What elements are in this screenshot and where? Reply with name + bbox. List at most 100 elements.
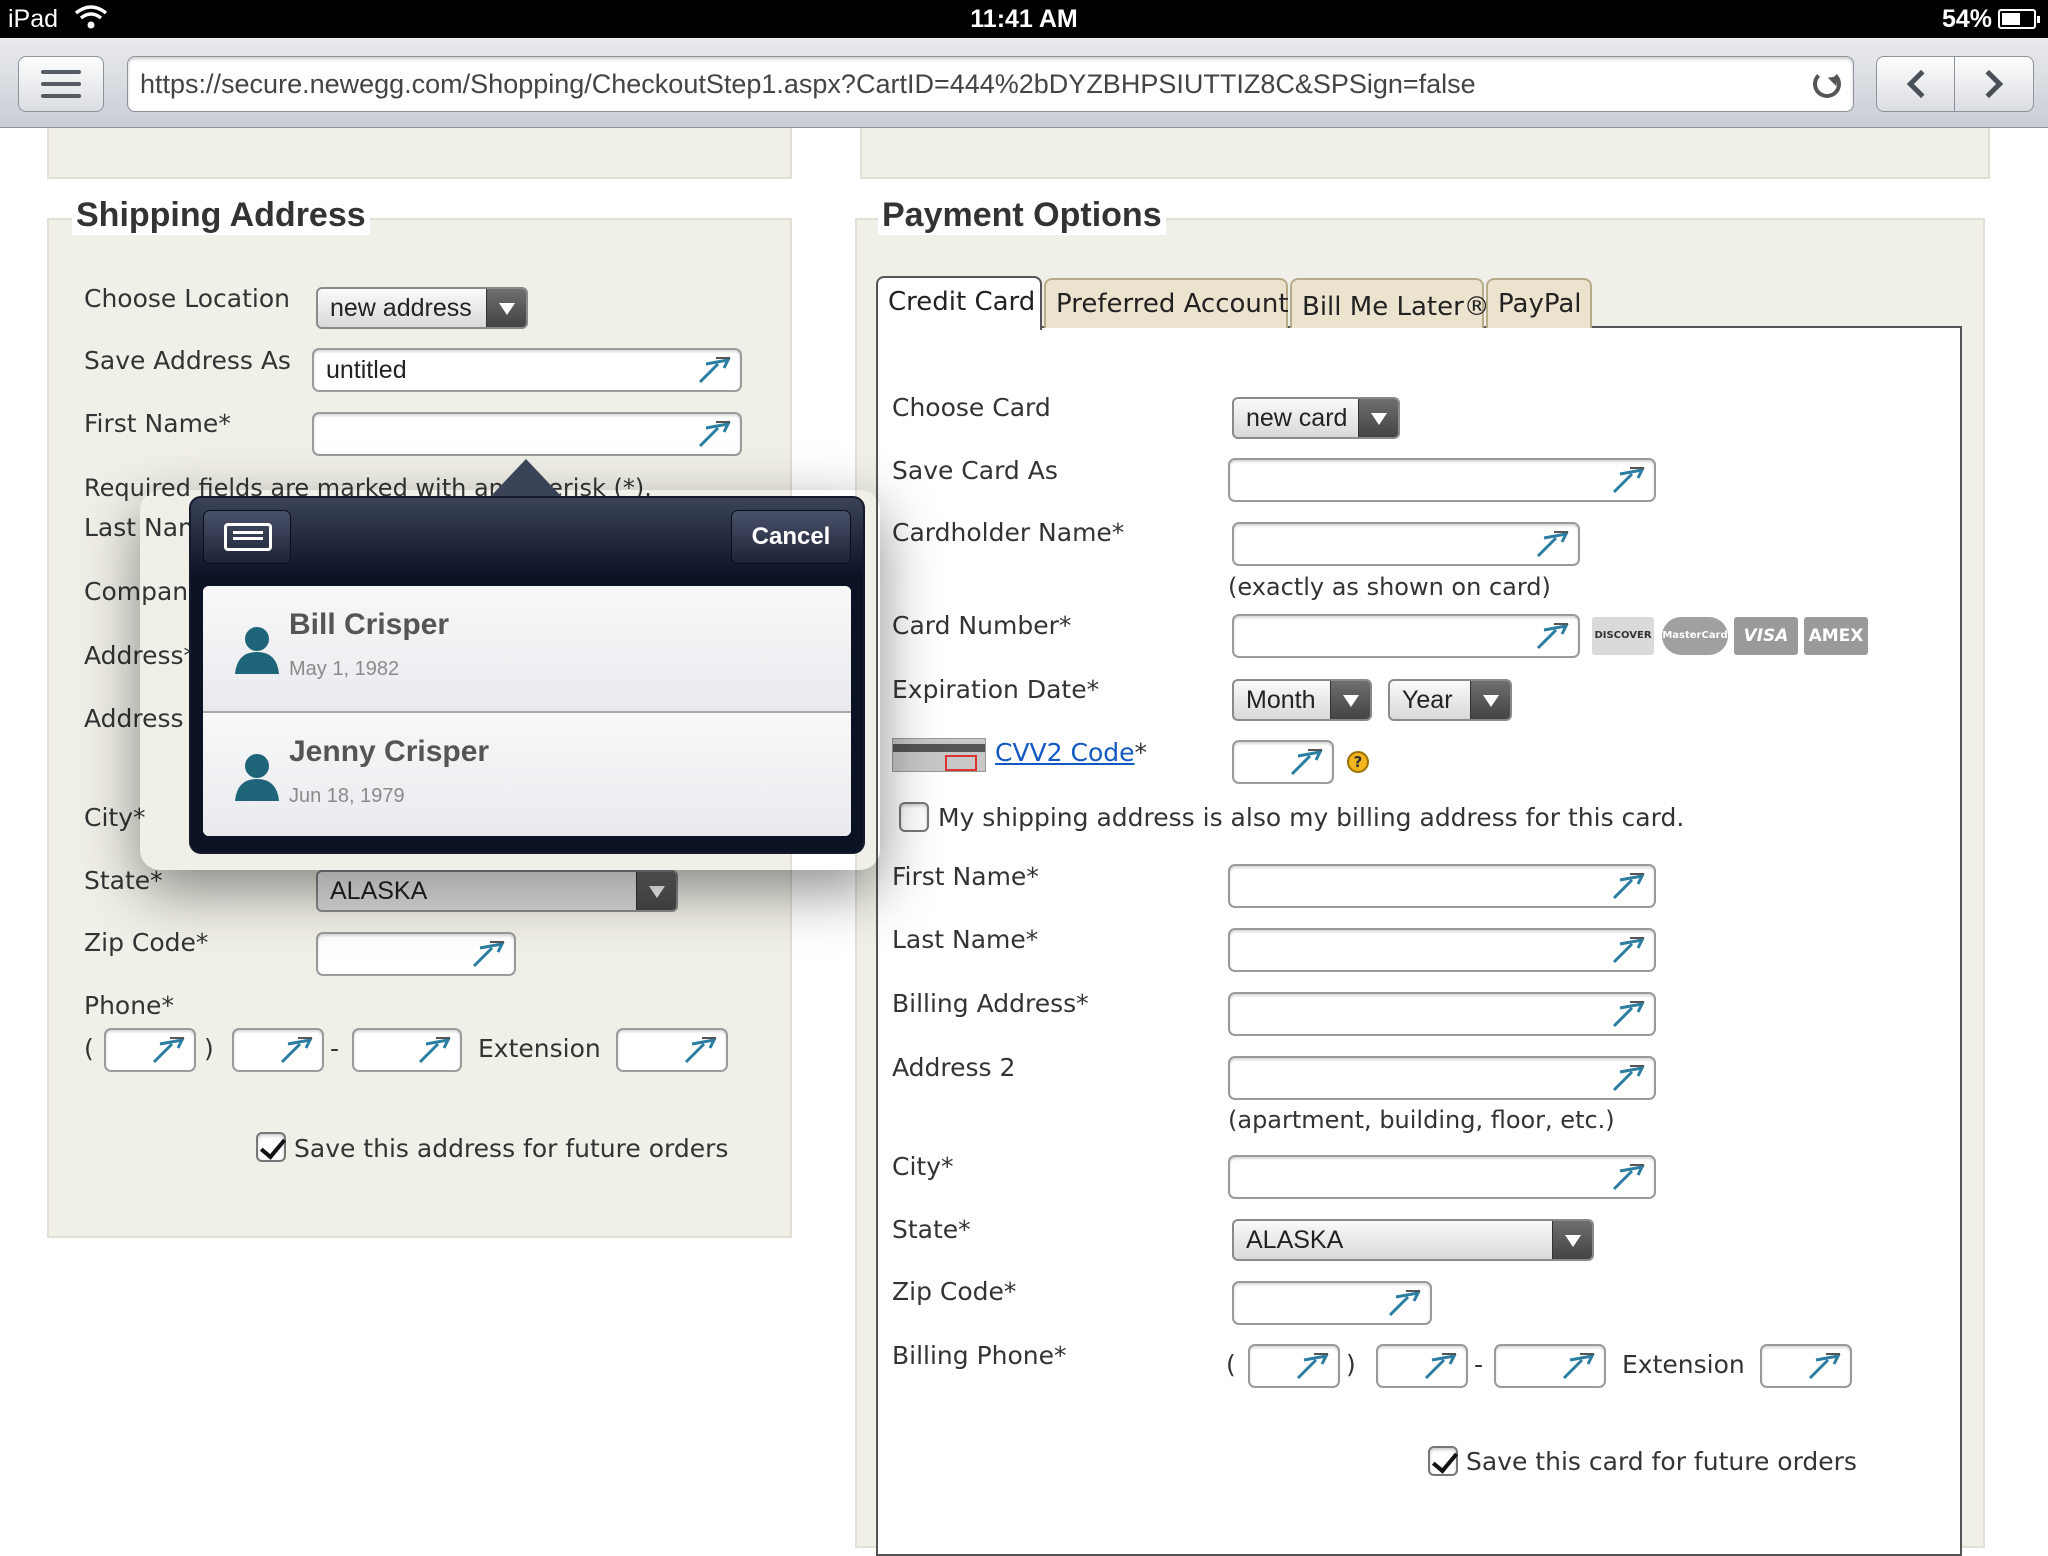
phone-extension-input[interactable] xyxy=(616,1028,728,1072)
contact-date: May 1, 1982 xyxy=(289,658,400,680)
contact-item[interactable]: Jenny Crisper Jun 18, 1979 xyxy=(203,711,851,836)
save-address-checkbox[interactable] xyxy=(256,1132,286,1162)
billing-zip-input[interactable] xyxy=(1232,1281,1432,1325)
save-card-as-input[interactable] xyxy=(1228,458,1656,502)
clock: 11:41 AM xyxy=(970,5,1078,33)
autofill-icon[interactable] xyxy=(1612,466,1646,494)
contact-list: Bill Crisper May 1, 1982 Jenny Crisper J… xyxy=(203,586,851,836)
url-text: https://secure.newegg.com/Shopping/Check… xyxy=(140,69,1476,99)
card-number-input[interactable] xyxy=(1232,614,1580,658)
billing-address2-input[interactable] xyxy=(1228,1056,1656,1100)
autofill-icon[interactable] xyxy=(698,356,732,384)
keyboard-button[interactable] xyxy=(203,510,291,564)
autofill-icon[interactable] xyxy=(1536,622,1570,650)
city-label: City* xyxy=(84,803,146,832)
autofill-icon[interactable] xyxy=(1562,1352,1596,1380)
billing-phone-line-input[interactable] xyxy=(1494,1344,1606,1388)
billing-city-input[interactable] xyxy=(1228,1155,1656,1199)
autofill-icon[interactable] xyxy=(1612,1064,1646,1092)
back-button[interactable] xyxy=(1876,56,1958,112)
expiration-year-select[interactable]: Year xyxy=(1388,679,1512,721)
autofill-icon[interactable] xyxy=(1296,1352,1330,1380)
autofill-icon[interactable] xyxy=(1536,530,1570,558)
contact-picker-popover: Cancel Bill Crisper May 1, 1982 Jenny Cr… xyxy=(189,496,865,854)
autofill-icon[interactable] xyxy=(1424,1352,1458,1380)
menu-button[interactable] xyxy=(18,56,104,112)
cvv-card-icon xyxy=(892,738,986,772)
phone-area-input[interactable] xyxy=(104,1028,196,1072)
menu-icon-bar xyxy=(41,94,81,98)
contact-date: Jun 18, 1979 xyxy=(289,785,405,807)
contact-name: Jenny Crisper xyxy=(289,735,490,768)
address2-note: (apartment, building, floor, etc.) xyxy=(1228,1106,1615,1134)
cardholder-name-input[interactable] xyxy=(1232,522,1580,566)
chevron-down-icon xyxy=(1552,1221,1592,1259)
expiration-month-select[interactable]: Month xyxy=(1232,679,1372,721)
billing-state-value: ALASKA xyxy=(1246,1226,1344,1254)
autofill-icon[interactable] xyxy=(418,1036,452,1064)
state-select[interactable]: ALASKA xyxy=(316,870,678,912)
cvv2-input[interactable] xyxy=(1232,740,1334,784)
autofill-icon[interactable] xyxy=(1612,936,1646,964)
tab-bill-me-later[interactable]: Bill Me Later® xyxy=(1290,278,1490,328)
save-card-as-label: Save Card As xyxy=(892,456,1058,485)
help-icon[interactable]: ? xyxy=(1347,751,1369,773)
cardholder-note: (exactly as shown on card) xyxy=(1228,573,1551,601)
save-card-checkbox[interactable] xyxy=(1428,1446,1458,1476)
battery-percent: 54% xyxy=(1941,5,1992,33)
top-panel-left xyxy=(47,128,792,179)
autofill-icon[interactable] xyxy=(280,1036,314,1064)
billing-first-name-input[interactable] xyxy=(1228,864,1656,908)
mastercard-logo: MasterCard xyxy=(1662,617,1728,655)
phone-dash: - xyxy=(330,1034,340,1063)
autofill-icon[interactable] xyxy=(1612,872,1646,900)
autofill-icon[interactable] xyxy=(1388,1289,1422,1317)
amex-logo: AMEX xyxy=(1804,617,1868,655)
first-name-label: First Name* xyxy=(84,409,231,438)
url-bar[interactable]: https://secure.newegg.com/Shopping/Check… xyxy=(127,56,1854,112)
tab-paypal[interactable]: PayPal xyxy=(1486,278,1592,328)
first-name-input[interactable] xyxy=(312,412,742,456)
phone-line-input[interactable] xyxy=(352,1028,462,1072)
choose-card-label: Choose Card xyxy=(892,393,1051,422)
autofill-icon[interactable] xyxy=(698,420,732,448)
billing-state-select[interactable]: ALASKA xyxy=(1232,1219,1594,1261)
same-address-checkbox[interactable] xyxy=(899,802,929,832)
billing-address-input[interactable] xyxy=(1228,992,1656,1036)
discover-logo: DISCOVER xyxy=(1592,617,1654,655)
forward-button[interactable] xyxy=(1954,56,2034,112)
reload-icon[interactable] xyxy=(1813,70,1841,98)
save-address-as-input[interactable]: untitled xyxy=(312,348,742,392)
billing-phone-extension-input[interactable] xyxy=(1760,1344,1852,1388)
autofill-icon[interactable] xyxy=(1290,748,1324,776)
billing-last-name-input[interactable] xyxy=(1228,928,1656,972)
chevron-down-icon xyxy=(636,872,676,910)
menu-icon xyxy=(41,70,81,74)
tab-preferred-account[interactable]: Preferred Account xyxy=(1044,278,1289,328)
billing-first-name-label: First Name* xyxy=(892,862,1039,891)
autofill-icon[interactable] xyxy=(1612,1163,1646,1191)
autofill-icon[interactable] xyxy=(1808,1352,1842,1380)
choose-card-select[interactable]: new card xyxy=(1232,397,1400,439)
person-icon xyxy=(233,751,281,801)
autofill-icon[interactable] xyxy=(152,1036,186,1064)
tab-credit-card[interactable]: Credit Card xyxy=(876,276,1042,330)
choose-location-select[interactable]: new address xyxy=(316,287,528,329)
contact-item[interactable]: Bill Crisper May 1, 1982 xyxy=(203,586,851,711)
cancel-button[interactable]: Cancel xyxy=(731,510,851,564)
billing-zip-label: Zip Code* xyxy=(892,1277,1017,1306)
autofill-icon[interactable] xyxy=(472,940,506,968)
phone-prefix-input[interactable] xyxy=(232,1028,324,1072)
autofill-icon[interactable] xyxy=(1612,1000,1646,1028)
cvv2-required-star: * xyxy=(1134,738,1148,767)
cvv2-link[interactable]: CVV2 Code xyxy=(995,738,1135,767)
autofill-icon[interactable] xyxy=(684,1036,718,1064)
zip-input[interactable] xyxy=(316,932,516,976)
billing-paren-open: ( xyxy=(1226,1350,1236,1379)
billing-phone-prefix-input[interactable] xyxy=(1376,1344,1468,1388)
billing-phone-dash: - xyxy=(1474,1350,1484,1379)
phone-label: Phone* xyxy=(84,991,174,1020)
zip-label: Zip Code* xyxy=(84,928,209,957)
payment-title: Payment Options xyxy=(878,196,1166,235)
billing-phone-area-input[interactable] xyxy=(1248,1344,1340,1388)
